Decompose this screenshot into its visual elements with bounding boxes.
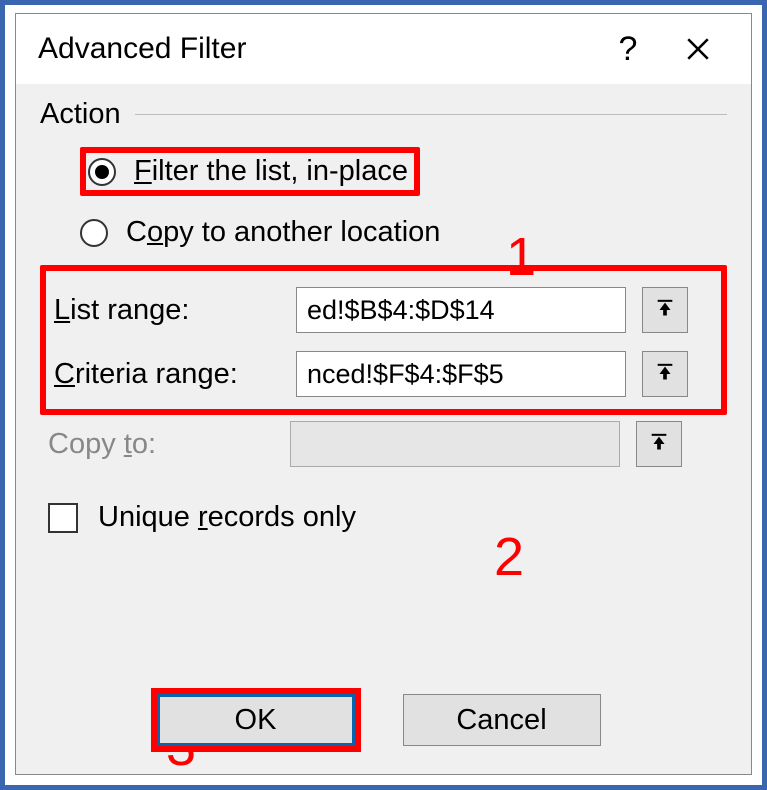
list-range-row: List range: (54, 287, 713, 333)
radio-copy-location[interactable] (80, 219, 108, 247)
radio-dot-icon (95, 165, 109, 179)
collapse-icon (648, 433, 670, 455)
list-range-label: List range: (54, 294, 296, 327)
ok-button[interactable]: OK (157, 694, 355, 746)
dialog-buttons: OK Cancel (16, 694, 751, 746)
group-divider (135, 114, 727, 115)
unique-records-checkbox[interactable] (48, 503, 78, 533)
close-button[interactable] (663, 14, 733, 84)
cancel-button-label: Cancel (456, 704, 546, 737)
annotation-1: 1 (506, 226, 536, 288)
criteria-range-row: Criteria range: (54, 351, 713, 397)
criteria-range-input[interactable] (296, 351, 626, 397)
dialog-title: Advanced Filter (38, 32, 593, 66)
help-button[interactable]: ? (593, 14, 663, 84)
highlight-box-1: Filter the list, in-place (80, 147, 420, 196)
cancel-button[interactable]: Cancel (403, 694, 601, 746)
copy-to-row: Copy to: (48, 421, 727, 467)
ok-button-label: OK (235, 704, 277, 737)
radio-copy-location-label: Copy to another location (126, 216, 440, 249)
action-radio-group: Filter the list, in-place Copy to anothe… (76, 141, 727, 255)
list-range-collapse-button[interactable] (642, 287, 688, 333)
radio-row-copy-location: Copy to another location (76, 210, 727, 255)
dialog-body: Action Filter the list, in-place Copy to… (16, 84, 751, 774)
criteria-range-collapse-button[interactable] (642, 351, 688, 397)
radio-filter-in-place[interactable] (88, 158, 116, 186)
help-icon: ? (619, 30, 638, 69)
criteria-range-label: Criteria range: (54, 358, 296, 391)
unique-records-label: Unique records only (98, 501, 356, 534)
copy-to-label: Copy to: (48, 428, 290, 461)
close-icon (685, 36, 711, 62)
titlebar: Advanced Filter ? (16, 14, 751, 84)
advanced-filter-dialog: Advanced Filter ? Action Filter (15, 13, 752, 775)
radio-row-filter-in-place: Filter the list, in-place (76, 141, 727, 202)
copy-to-collapse-button[interactable] (636, 421, 682, 467)
copy-to-input (290, 421, 620, 467)
list-range-input[interactable] (296, 287, 626, 333)
action-label-text: Action (40, 98, 121, 131)
radio-filter-in-place-label: Filter the list, in-place (134, 155, 408, 188)
screenshot-frame: Advanced Filter ? Action Filter (0, 0, 767, 790)
highlight-box-2: List range: Criteria range: (40, 265, 727, 415)
annotation-2: 2 (494, 526, 524, 588)
collapse-icon (654, 299, 676, 321)
collapse-icon (654, 363, 676, 385)
unique-records-row: Unique records only (48, 501, 727, 534)
action-group-label: Action (40, 98, 727, 131)
